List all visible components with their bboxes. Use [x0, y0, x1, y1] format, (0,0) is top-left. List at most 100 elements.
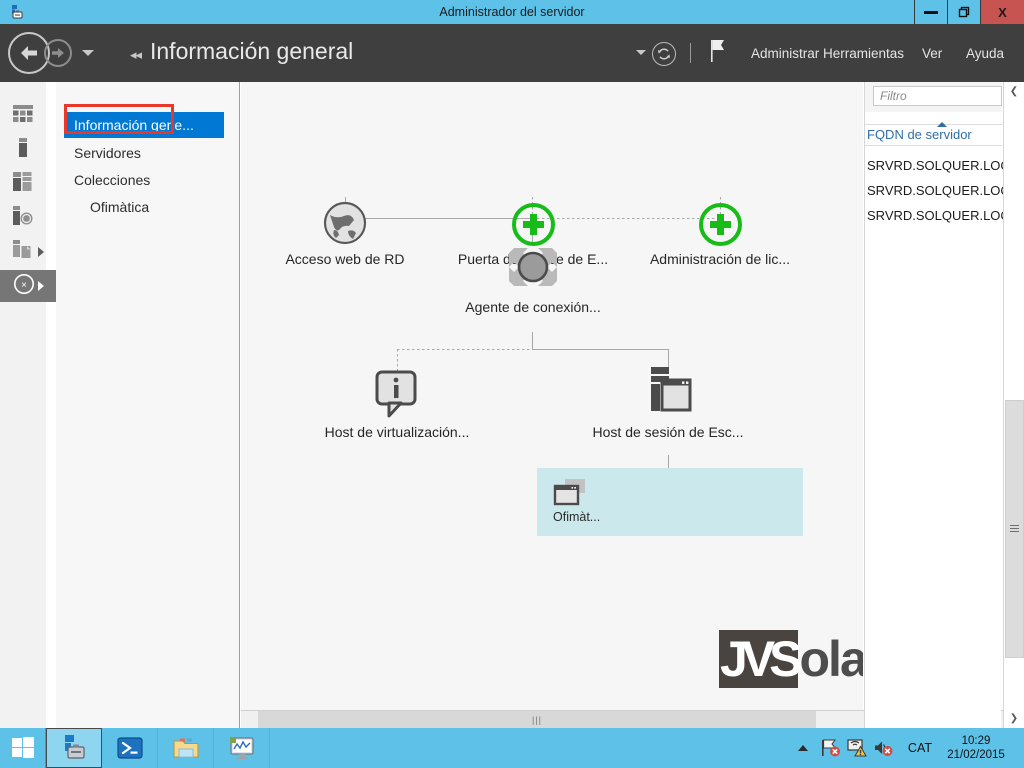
info-callout-icon — [317, 367, 477, 419]
notifications-dropdown-icon[interactable] — [636, 50, 646, 55]
node-rd-virtualization-host[interactable]: Host de virtualización... — [317, 367, 477, 440]
chevron-up-icon[interactable]: ❮ — [1004, 82, 1024, 101]
watermark-light: olanes — [799, 631, 863, 687]
filter-row: Filtro — [865, 82, 1002, 112]
sidebar-item-colecciones[interactable]: Colecciones — [64, 167, 224, 193]
network-error-icon[interactable] — [821, 739, 841, 757]
powershell-icon — [116, 737, 143, 759]
toolbar-separator — [690, 43, 691, 63]
menu-ver[interactable]: Ver — [922, 46, 942, 61]
collection-windows-icon — [553, 478, 591, 513]
sidebar-item-label: Servidores — [74, 145, 141, 161]
history-dropdown-button[interactable] — [82, 50, 94, 56]
rail-local-server[interactable] — [0, 134, 46, 166]
taskbar-server-manager[interactable] — [46, 728, 102, 768]
rail-all-servers[interactable] — [0, 168, 46, 200]
windows-taskbar: CAT 10:29 21/02/2015 — [0, 728, 1024, 768]
chevron-up-icon[interactable] — [797, 745, 808, 751]
session-host-icon — [588, 367, 748, 419]
plus-circle-icon — [640, 194, 800, 246]
taskbar-performance-monitor[interactable] — [214, 728, 270, 768]
rds-sidebar: Información gene... Servidores Coleccion… — [56, 82, 240, 728]
chevron-down-icon[interactable]: ❯ — [1004, 709, 1024, 728]
clock[interactable]: 10:29 21/02/2015 — [940, 734, 1012, 762]
node-label: Host de sesión de Esc... — [592, 424, 744, 440]
dashboard-grid-icon — [13, 104, 33, 128]
page-title: Información general — [150, 38, 354, 64]
network-warning-icon[interactable] — [847, 739, 867, 757]
connector-mid-dashed — [397, 349, 533, 350]
folder-icon — [172, 738, 199, 758]
chevron-left-icon[interactable]: chevron-left-icon — [241, 711, 258, 729]
clock-date: 21/02/2015 — [947, 749, 1005, 761]
taskbar-file-explorer[interactable] — [158, 728, 214, 768]
menu-ayuda[interactable]: Ayuda — [966, 46, 1004, 61]
node-rd-session-host[interactable]: Host de sesión de Esc... — [588, 367, 748, 440]
start-button[interactable] — [0, 728, 46, 768]
filter-input[interactable]: Filtro — [873, 86, 1002, 106]
connection-broker-icon — [453, 242, 613, 294]
table-row[interactable]: SRVRD.SOLQUER.LOCA — [867, 208, 1007, 231]
language-indicator[interactable]: CAT — [908, 741, 932, 755]
server-manager-icon — [65, 735, 85, 759]
ad-ds-icon — [13, 205, 34, 231]
node-rd-web-access[interactable]: Acceso web de RD — [265, 194, 425, 267]
svg-text:×: × — [21, 280, 27, 291]
servers-list-panel: Filtro FQDN de servidor SRVRD.SOLQUER.LO… — [864, 82, 1007, 728]
menu-administrar[interactable]: Administrar — [751, 46, 819, 61]
deployment-overview-canvas: Acceso web de RD Puerta de enlace de E..… — [241, 82, 863, 728]
menu-herramientas[interactable]: Herramientas — [823, 46, 904, 61]
node-label: Acceso web de RD — [285, 251, 405, 267]
breadcrumb[interactable]: ◂◂ — [130, 47, 142, 63]
flag-icon — [711, 40, 724, 62]
node-label: Administración de lic... — [649, 251, 791, 267]
sidebar-item-label: Colecciones — [74, 172, 151, 188]
connector-mid-solid — [532, 349, 668, 350]
chevron-right-icon — [38, 281, 44, 291]
rail-dashboard[interactable] — [0, 100, 46, 132]
table-row[interactable]: SRVRD.SOLQUER.LOCA — [867, 158, 1007, 181]
minimize-button[interactable] — [914, 0, 947, 24]
ofimatica-highlight-box — [64, 104, 174, 134]
vscroll-grip — [1010, 525, 1019, 533]
sidebar-item-ofimatica[interactable]: Ofimàtica — [64, 194, 224, 220]
node-label: Agente de conexión... — [465, 299, 601, 315]
sort-ascending-icon — [937, 122, 947, 127]
rail-ad-ds[interactable] — [0, 202, 46, 234]
navigation-rail: × — [0, 82, 56, 728]
clock-time: 10:29 — [961, 735, 991, 747]
sidebar-item-label: Ofimàtica — [90, 199, 150, 215]
server-manager-window: Administrador del servidor X ◂◂ Informac… — [0, 0, 1024, 768]
volume-muted-icon[interactable] — [873, 739, 893, 757]
windows-logo-icon — [11, 737, 34, 758]
chevron-right-icon — [38, 247, 44, 257]
rail-remote-desktop-services[interactable]: × — [0, 270, 56, 302]
sidebar-item-servidores[interactable]: Servidores — [64, 140, 224, 166]
table-row[interactable]: SRVRD.SOLQUER.LOCA — [867, 183, 1007, 206]
restore-button[interactable] — [947, 0, 980, 24]
window-titlebar: Administrador del servidor X — [0, 0, 1024, 24]
collection-ofimatica[interactable]: Ofimàt... — [537, 468, 803, 536]
collection-label: Ofimàt... — [553, 510, 601, 524]
forward-button[interactable] — [44, 39, 72, 67]
connector-broker-down — [532, 332, 533, 350]
hscroll-thumb[interactable]: ||| — [258, 710, 816, 729]
vertical-scrollbar[interactable]: ❮ ❯ — [1003, 82, 1024, 728]
rail-file-services[interactable] — [0, 236, 46, 268]
vscroll-thumb[interactable] — [1005, 400, 1024, 658]
notifications-flag-button[interactable] — [710, 40, 728, 67]
node-rd-licensing[interactable]: Administración de lic... — [640, 194, 800, 267]
close-button[interactable]: X — [980, 0, 1024, 24]
plus-circle-icon — [453, 194, 613, 246]
file-services-icon — [13, 239, 34, 265]
node-label: Host de virtualización... — [324, 424, 470, 440]
refresh-button[interactable] — [652, 42, 676, 66]
rds-icon: × — [13, 273, 35, 300]
watermark: JVS olanes — [719, 630, 863, 688]
column-header-fqdn[interactable]: FQDN de servidor — [865, 122, 1002, 146]
window-controls: X — [914, 0, 1024, 24]
taskbar-powershell[interactable] — [102, 728, 158, 768]
local-server-icon — [13, 137, 33, 163]
watermark-dark: JVS — [719, 630, 802, 688]
node-rd-connection-broker[interactable]: Agente de conexión... — [453, 242, 613, 315]
